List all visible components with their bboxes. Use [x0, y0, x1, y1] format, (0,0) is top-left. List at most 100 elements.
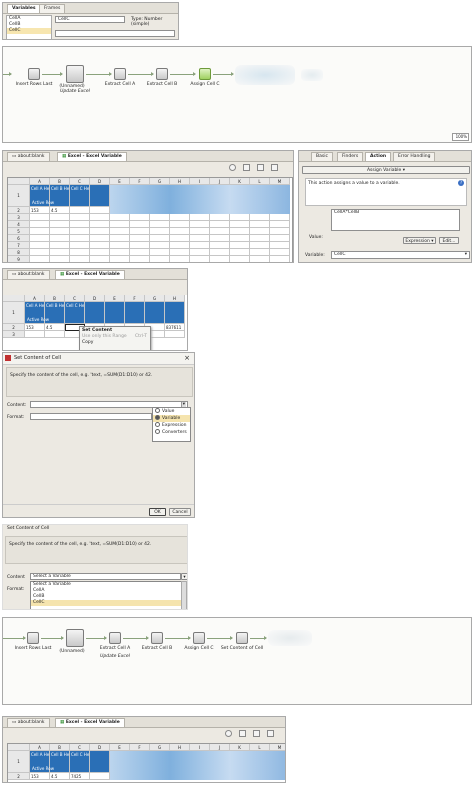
grid-cell[interactable] — [170, 235, 190, 242]
variable-select[interactable]: Select a Variable — [30, 573, 181, 580]
grid-cell[interactable] — [130, 214, 150, 221]
grid-cell[interactable] — [30, 221, 50, 228]
option-converters[interactable]: Converters — [153, 429, 190, 436]
node-unnamed-group[interactable] — [66, 65, 84, 83]
grid-cell[interactable] — [70, 214, 90, 221]
menu-item-copy[interactable]: Copy — [80, 340, 150, 346]
grid-cell[interactable] — [250, 214, 270, 221]
grid-cell[interactable] — [230, 221, 250, 228]
column-header[interactable]: J — [210, 744, 230, 751]
grid-cell[interactable] — [250, 235, 270, 242]
grid-cell[interactable] — [190, 228, 210, 235]
column-header[interactable]: A — [25, 295, 45, 302]
column-header[interactable]: D — [85, 295, 105, 302]
grid-cell[interactable] — [230, 214, 250, 221]
grid-cell[interactable] — [190, 214, 210, 221]
grid-cell[interactable] — [90, 185, 110, 207]
grid-cell[interactable] — [270, 228, 290, 235]
grid-cell[interactable] — [50, 235, 70, 242]
grid-cell[interactable] — [30, 249, 50, 256]
tab-excel-variable[interactable]: ▦ Excel - Excel Variable — [55, 270, 125, 279]
header-cell[interactable]: Cell C Header — [65, 302, 85, 324]
grid-cell[interactable] — [230, 242, 250, 249]
column-header[interactable]: B — [50, 178, 70, 185]
row-header[interactable]: 1 — [8, 185, 30, 207]
grid-cell[interactable] — [270, 256, 290, 262]
header-cell[interactable]: Cell C Header — [70, 751, 90, 773]
grid-cell[interactable] — [90, 751, 110, 773]
node-assign-cell-c[interactable] — [199, 68, 211, 80]
zoom-control[interactable]: 100% — [452, 133, 469, 141]
tab-about-blank[interactable]: ▭ about:blank — [7, 718, 50, 727]
grid-cell[interactable] — [130, 235, 150, 242]
grid-cell[interactable] — [70, 242, 90, 249]
grid-cell[interactable] — [170, 242, 190, 249]
column-header[interactable]: H — [170, 178, 190, 185]
column-header[interactable]: F — [130, 178, 150, 185]
grid-cell[interactable] — [165, 331, 185, 338]
help-icon[interactable]: ? — [458, 180, 464, 186]
grid-corner[interactable] — [8, 178, 30, 185]
row-header[interactable]: 1 — [3, 302, 25, 324]
grid-cell[interactable] — [30, 242, 50, 249]
grid-cell[interactable] — [70, 256, 90, 262]
grid-cell[interactable] — [230, 228, 250, 235]
column-header[interactable]: D — [90, 178, 110, 185]
row-header[interactable]: 3 — [8, 214, 30, 221]
grid-cell[interactable] — [270, 221, 290, 228]
grid-cell[interactable] — [150, 221, 170, 228]
paste-icon[interactable] — [271, 164, 278, 171]
row-header[interactable]: 8 — [8, 249, 30, 256]
grid-cell[interactable] — [90, 235, 110, 242]
edit-button[interactable]: Edit... — [439, 237, 459, 244]
column-header[interactable]: G — [150, 744, 170, 751]
chevron-down-icon[interactable]: ▾ — [181, 573, 187, 580]
close-icon[interactable]: × — [184, 354, 190, 362]
grid-cell[interactable] — [250, 228, 270, 235]
grid-cell[interactable] — [90, 207, 110, 214]
column-header[interactable]: E — [110, 744, 130, 751]
grid-cell[interactable] — [170, 256, 190, 262]
grid-cell[interactable] — [130, 249, 150, 256]
column-header[interactable]: F — [130, 744, 150, 751]
grid-cell[interactable] — [70, 235, 90, 242]
value-cell[interactable]: 153 — [30, 207, 50, 214]
menu-item-use-only-range[interactable]: Use only this Range Ctrl-T — [80, 334, 150, 340]
grid-cell[interactable] — [50, 242, 70, 249]
grid-cell[interactable] — [270, 249, 290, 256]
grid-cell[interactable] — [50, 249, 70, 256]
grid-cell[interactable] — [150, 242, 170, 249]
value-cell[interactable]: 4.5 — [45, 324, 65, 331]
row-header[interactable]: 1 — [8, 751, 30, 773]
grid-cell[interactable] — [50, 228, 70, 235]
sheet-icon[interactable] — [239, 730, 246, 737]
row-header[interactable]: 4 — [8, 221, 30, 228]
tab-basic[interactable]: Basic — [311, 152, 333, 161]
grid-cell[interactable] — [165, 302, 185, 324]
grid-cell[interactable] — [125, 302, 145, 324]
grid-cell[interactable] — [210, 221, 230, 228]
tab-excel-variable[interactable]: ▦ Excel - Excel Variable — [57, 152, 127, 161]
option-expression[interactable]: Expression — [153, 422, 190, 429]
grid-cell[interactable] — [130, 256, 150, 262]
row-header[interactable]: 7 — [8, 242, 30, 249]
row-header[interactable]: 2 — [8, 773, 30, 780]
column-header[interactable]: K — [230, 178, 250, 185]
node-set-content-of-cell[interactable] — [236, 632, 248, 644]
grid-cell[interactable] — [190, 242, 210, 249]
grid-cell[interactable] — [70, 249, 90, 256]
grid-cell[interactable] — [70, 228, 90, 235]
grid-cell[interactable] — [110, 228, 130, 235]
tab-error-handling[interactable]: Error Handling — [393, 152, 436, 161]
grid-cell[interactable] — [230, 249, 250, 256]
header-cell[interactable]: Cell C Header — [70, 185, 90, 207]
option-variable[interactable]: Variable — [153, 415, 190, 422]
action-type-select[interactable]: Assign Variable ▾ — [302, 166, 470, 174]
grid-cell[interactable] — [270, 214, 290, 221]
ok-button[interactable]: OK — [149, 508, 166, 516]
tab-about-blank[interactable]: ▭ about:blank — [7, 270, 50, 279]
grid-cell[interactable] — [250, 242, 270, 249]
column-header[interactable]: M — [270, 178, 290, 185]
grid-cell[interactable] — [50, 214, 70, 221]
grid-cell[interactable] — [90, 256, 110, 262]
